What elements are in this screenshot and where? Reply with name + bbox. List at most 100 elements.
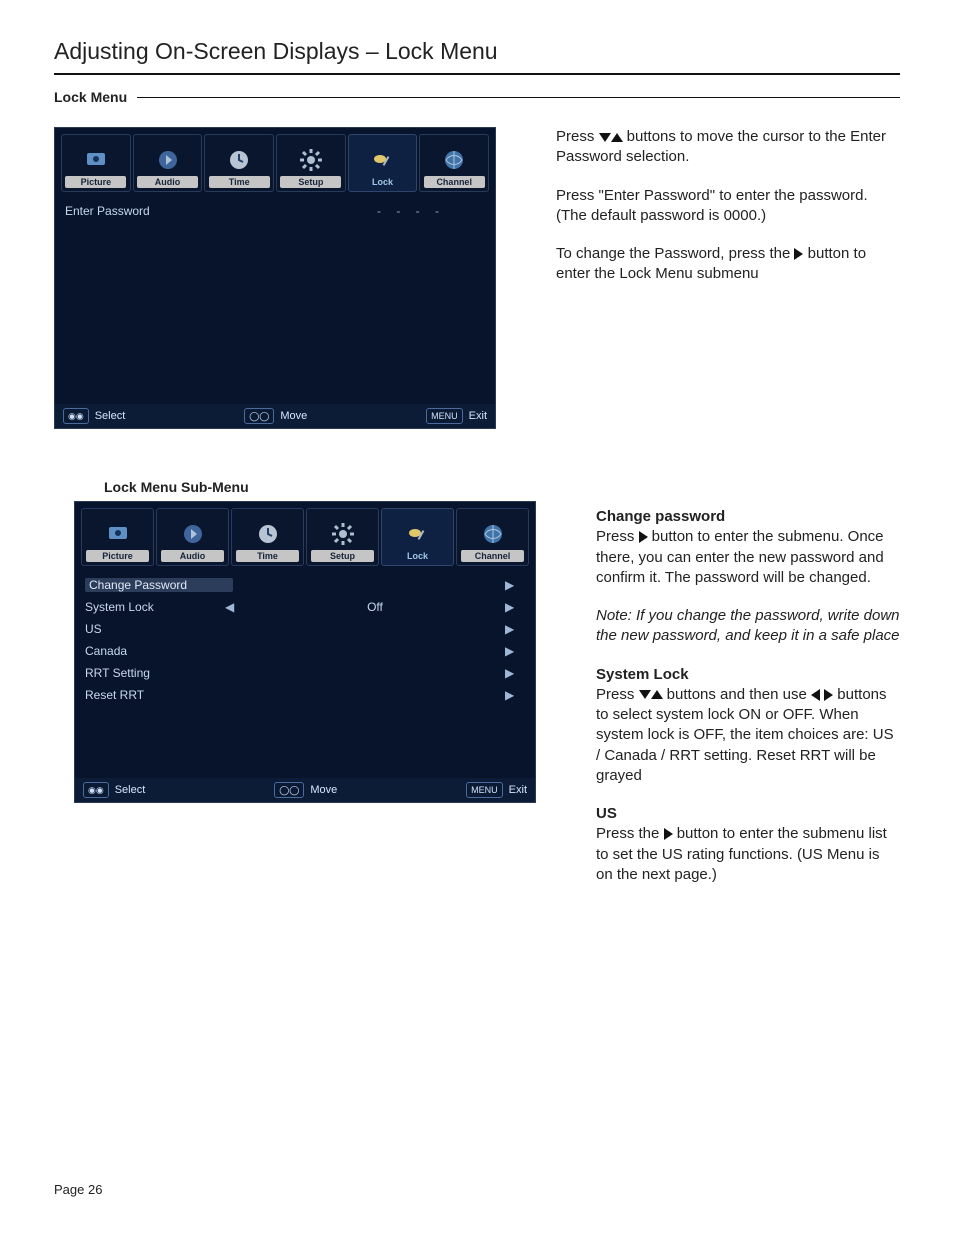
tab-label: Channel (424, 176, 485, 188)
instruction-p3: To change the Password, press the button… (556, 244, 900, 285)
time-icon (225, 146, 253, 174)
channel-icon (440, 146, 468, 174)
tab-channel: Channel (419, 134, 489, 192)
footer-move: Move (280, 410, 307, 422)
change-password-block: Change password Press button to enter th… (596, 507, 900, 588)
footer-exit: Exit (469, 410, 487, 422)
lock-icon (369, 146, 397, 174)
move-key-icon: ◯◯ (274, 782, 304, 798)
tab-time: Time (204, 134, 274, 192)
system-lock-block: System Lock Press buttons and then use b… (596, 665, 900, 787)
right-arrow-icon (664, 828, 673, 840)
menu-item-label: US (85, 622, 225, 636)
caption-submenu: Lock Menu Sub-Menu (104, 479, 900, 495)
picture-icon (82, 146, 110, 174)
picture-icon (104, 520, 132, 548)
tab-label: Lock (352, 176, 413, 188)
text: buttons and then use (663, 686, 811, 703)
select-key-icon: ◉◉ (83, 782, 109, 798)
menu-item: Change Password ▶ (85, 574, 525, 596)
tab-label: Channel (461, 550, 525, 562)
tab-audio: Audio (133, 134, 203, 192)
menu-item: RRT Setting ▶ (85, 662, 525, 684)
instruction-p2: Press "Enter Password" to enter the pass… (556, 186, 900, 227)
tab-label: Audio (137, 176, 198, 188)
menu-item-label: System Lock (85, 600, 225, 614)
text: Press the (596, 825, 664, 842)
tab-lock: Lock (348, 134, 418, 192)
footer-select: Select (115, 784, 146, 796)
tab-setup: Setup (306, 508, 379, 566)
right-arrow-icon (824, 689, 833, 701)
heading-system-lock: System Lock (596, 666, 689, 683)
menu-item-label: Canada (85, 644, 225, 658)
channel-icon (479, 520, 507, 548)
menu-item: Reset RRT ▶ (85, 684, 525, 706)
menu-item-label: Reset RRT (85, 688, 225, 702)
menu-item: Canada ▶ (85, 640, 525, 662)
right-arrow-icon: ▶ (505, 688, 525, 702)
menu-item-value: Off (245, 600, 505, 614)
tab-picture: Picture (61, 134, 131, 192)
right-arrow-icon: ▶ (505, 622, 525, 636)
menu-item: US ▶ (85, 618, 525, 640)
left-arrow-icon (811, 689, 820, 701)
osd-screenshot-lock-menu: PictureAudioTimeSetupLockChannel Enter P… (54, 127, 496, 429)
text: Press (596, 528, 639, 545)
page-number: Page 26 (54, 1182, 102, 1197)
footer-exit: Exit (509, 784, 527, 796)
right-arrow-icon: ▶ (505, 666, 525, 680)
right-arrow-icon (639, 531, 648, 543)
tab-time: Time (231, 508, 304, 566)
tab-label: Setup (311, 550, 375, 562)
instruction-p1: Press buttons to move the cursor to the … (556, 127, 900, 168)
lock-icon (404, 520, 432, 548)
tab-picture: Picture (81, 508, 154, 566)
section-heading-rule (137, 97, 900, 98)
menu-item: System Lock◀Off▶ (85, 596, 525, 618)
tab-setup: Setup (276, 134, 346, 192)
footer-select: Select (95, 410, 126, 422)
heading-rule (54, 73, 900, 75)
section-heading-text: Lock Menu (54, 89, 127, 105)
menu-item-label: Change Password (85, 578, 233, 592)
audio-icon (154, 146, 182, 174)
tab-audio: Audio (156, 508, 229, 566)
right-arrow-icon: ▶ (505, 578, 525, 592)
right-arrow-icon: ▶ (505, 644, 525, 658)
down-arrow-icon (599, 133, 611, 142)
tab-label: Picture (86, 550, 150, 562)
setup-icon (297, 146, 325, 174)
menu-key-icon: MENU (426, 408, 463, 424)
down-arrow-icon (639, 690, 651, 699)
text: Press (596, 686, 639, 703)
tab-label: Time (236, 550, 300, 562)
audio-icon (179, 520, 207, 548)
up-arrow-icon (651, 690, 663, 699)
left-arrow-icon: ◀ (225, 600, 245, 614)
page-title: Adjusting On-Screen Displays – Lock Menu (54, 38, 900, 65)
footer-move: Move (310, 784, 337, 796)
tab-channel: Channel (456, 508, 529, 566)
tab-label: Picture (65, 176, 126, 188)
text: Press (556, 128, 599, 145)
tab-label: Setup (280, 176, 341, 188)
section-heading: Lock Menu (54, 89, 900, 105)
heading-us: US (596, 805, 617, 822)
menu-item-label: RRT Setting (85, 666, 225, 680)
setup-icon (329, 520, 357, 548)
tab-label: Time (209, 176, 270, 188)
text: To change the Password, press the (556, 245, 794, 262)
tab-lock: Lock (381, 508, 454, 566)
time-icon (254, 520, 282, 548)
us-block: US Press the button to enter the submenu… (596, 804, 900, 885)
note: Note: If you change the password, write … (596, 606, 900, 647)
up-arrow-icon (611, 133, 623, 142)
right-arrow-icon: ▶ (505, 600, 525, 614)
select-key-icon: ◉◉ (63, 408, 89, 424)
password-dashes: - - - - (377, 204, 445, 218)
heading-change-password: Change password (596, 508, 725, 525)
tab-label: Audio (161, 550, 225, 562)
osd-screenshot-lock-submenu: Picture Audio Time Setup Lock Channel Change … (74, 501, 536, 803)
tab-label: Lock (386, 550, 450, 562)
